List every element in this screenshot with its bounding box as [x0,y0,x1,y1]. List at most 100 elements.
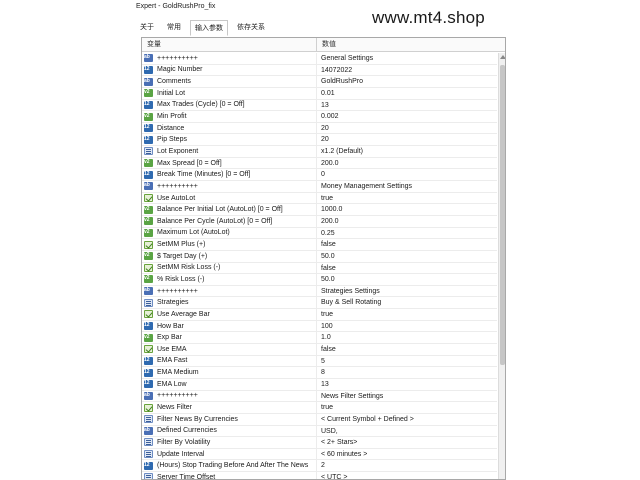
tab-inputs[interactable]: 输入参数 [190,20,228,36]
parameter-value[interactable]: < 60 minutes > [317,449,497,460]
parameter-value[interactable]: 200.0 [317,158,497,169]
parameter-name: Server Time Offset [157,473,216,480]
parameter-value[interactable]: Strategies Settings [317,286,497,297]
integer-param-icon [144,100,153,110]
column-header-variable[interactable]: 变量 [142,38,317,51]
tab-about[interactable]: 关于 [136,20,158,36]
parameter-value[interactable]: 13 [317,100,497,111]
parameter-value[interactable]: 1.0 [317,332,497,343]
parameter-name-cell: Filter By Volatility [142,437,317,448]
parameter-value[interactable]: false [317,344,497,355]
table-row[interactable]: SetMM Plus (+) false [142,239,497,251]
table-row[interactable]: $ Target Day (+) 50.0 [142,250,497,263]
table-row[interactable]: Filter By Volatility < 2+ Stars> [142,437,497,449]
parameter-value[interactable]: News Filter Settings [317,391,497,402]
parameter-value[interactable]: Buy & Sell Rotating [317,297,497,308]
table-row[interactable]: ++++++++++ Money Management Settings [142,181,497,193]
table-row[interactable]: ++++++++++ Strategies Settings [142,285,497,298]
parameter-value[interactable]: < UTC > [317,472,497,479]
table-row[interactable]: Pip Steps 20 [142,134,497,147]
table-row[interactable]: Strategies Buy & Sell Rotating [142,297,497,310]
table-row[interactable]: % Risk Loss (-) 50.0 [142,274,497,286]
parameter-value[interactable]: 5 [317,356,497,367]
parameter-value[interactable]: true [317,193,497,204]
text-param-icon [144,426,153,436]
vertical-scrollbar[interactable] [498,53,505,479]
table-row[interactable]: Balance Per Cycle (AutoLot) [0 = Off] 200… [142,215,497,228]
table-row[interactable]: Server Time Offset < UTC > [142,472,497,480]
parameter-value[interactable]: Money Management Settings [317,181,497,192]
tab-common[interactable]: 常用 [163,20,185,36]
table-row[interactable]: Use EMA false [142,344,497,356]
parameter-value[interactable]: 20 [317,134,497,145]
parameter-name-cell: ++++++++++ [142,285,317,297]
table-row[interactable]: Maximum Lot (AutoLot) 0.25 [142,227,497,240]
parameter-name-cell: Distance [142,122,317,134]
parameter-name: Use AutoLot [157,194,196,202]
parameter-value[interactable]: General Settings [317,53,497,64]
table-row[interactable]: EMA Low 13 [142,378,497,391]
parameter-value[interactable]: true [317,402,497,413]
text-param-icon [144,286,153,296]
parameter-name-cell: Comments [142,76,317,87]
parameter-value[interactable]: 0.002 [317,111,497,122]
scrollbar-thumb[interactable] [500,65,505,365]
table-row[interactable]: How Bar 100 [142,320,497,333]
tab-bar: 关于 常用 输入参数 依存关系 [136,20,274,36]
parameter-value[interactable]: 100 [317,321,497,332]
parameter-value[interactable]: 200.0 [317,216,497,227]
table-row[interactable]: EMA Fast 5 [142,355,497,368]
parameter-value[interactable]: < 2+ Stars> [317,437,497,448]
parameter-value[interactable]: 0 [317,169,497,180]
table-row[interactable]: SetMM Risk Loss (-) false [142,262,497,275]
parameter-name-cell: Initial Lot [142,87,317,99]
table-row[interactable]: Lot Exponent x1.2 (Default) [142,146,497,158]
bool-param-icon [144,263,153,272]
parameter-value[interactable]: < Current Symbol + Defined > [317,414,497,425]
table-row[interactable]: Use Average Bar true [142,309,497,321]
scroll-up-arrow-icon[interactable] [500,55,505,59]
parameter-value[interactable]: 50.0 [317,251,497,262]
parameter-value[interactable]: x1.2 (Default) [317,146,497,157]
table-row[interactable]: ++++++++++ General Settings [142,53,497,65]
table-row[interactable]: Filter News By Currencies < Current Symbo… [142,413,497,426]
parameter-name: Update Interval [157,450,205,458]
table-row[interactable]: Balance Per Initial Lot (AutoLot) [0 = O… [142,204,497,216]
parameter-value[interactable]: 0.25 [317,228,497,239]
table-row[interactable]: (Hours) Stop Trading Before And After Th… [142,460,497,473]
column-header-value[interactable]: 数值 [317,38,505,51]
parameter-value[interactable]: false [317,263,497,274]
table-row[interactable]: Distance 20 [142,122,497,135]
table-row[interactable]: Max Trades (Cycle) [0 = Off] 13 [142,99,497,112]
parameter-value[interactable]: 8 [317,367,497,378]
table-row[interactable]: Exp Bar 1.0 [142,332,497,345]
table-row[interactable]: Magic Number 14072022 [142,64,497,77]
parameter-value[interactable]: true [317,309,497,320]
parameter-value[interactable]: GoldRushPro [317,76,497,87]
table-row[interactable]: Break Time (Minutes) [0 = Off] 0 [142,169,497,182]
parameter-value[interactable]: false [317,239,497,250]
table-row[interactable]: Max Spread [0 = Off] 200.0 [142,157,497,170]
parameter-value[interactable]: 13 [317,379,497,390]
table-row[interactable]: Defined Currencies USD, [142,425,497,438]
table-row[interactable]: Update Interval < 60 minutes > [142,448,497,461]
parameter-value[interactable]: 1000.0 [317,204,497,215]
parameter-value[interactable]: 2 [317,460,497,471]
table-row[interactable]: Use AutoLot true [142,192,497,205]
table-row[interactable]: Comments GoldRushPro [142,76,497,88]
parameter-value[interactable]: 0.01 [317,88,497,99]
table-row[interactable]: EMA Medium 8 [142,367,497,379]
table-row[interactable]: Initial Lot 0.01 [142,87,497,100]
table-row[interactable]: News Filter true [142,402,497,414]
parameter-value[interactable]: USD, [317,426,497,437]
table-row[interactable]: ++++++++++ News Filter Settings [142,390,497,403]
parameter-value[interactable]: 20 [317,123,497,134]
parameter-value[interactable]: 50.0 [317,274,497,285]
parameter-name-cell: Balance Per Cycle (AutoLot) [0 = Off] [142,215,317,227]
double-param-icon [144,204,153,215]
watermark-text: www.mt4.shop [372,8,485,27]
tab-dependencies[interactable]: 依存关系 [233,20,269,36]
table-row[interactable]: Min Profit 0.002 [142,111,497,123]
enum-param-icon [144,298,153,307]
parameter-value[interactable]: 14072022 [317,65,497,76]
